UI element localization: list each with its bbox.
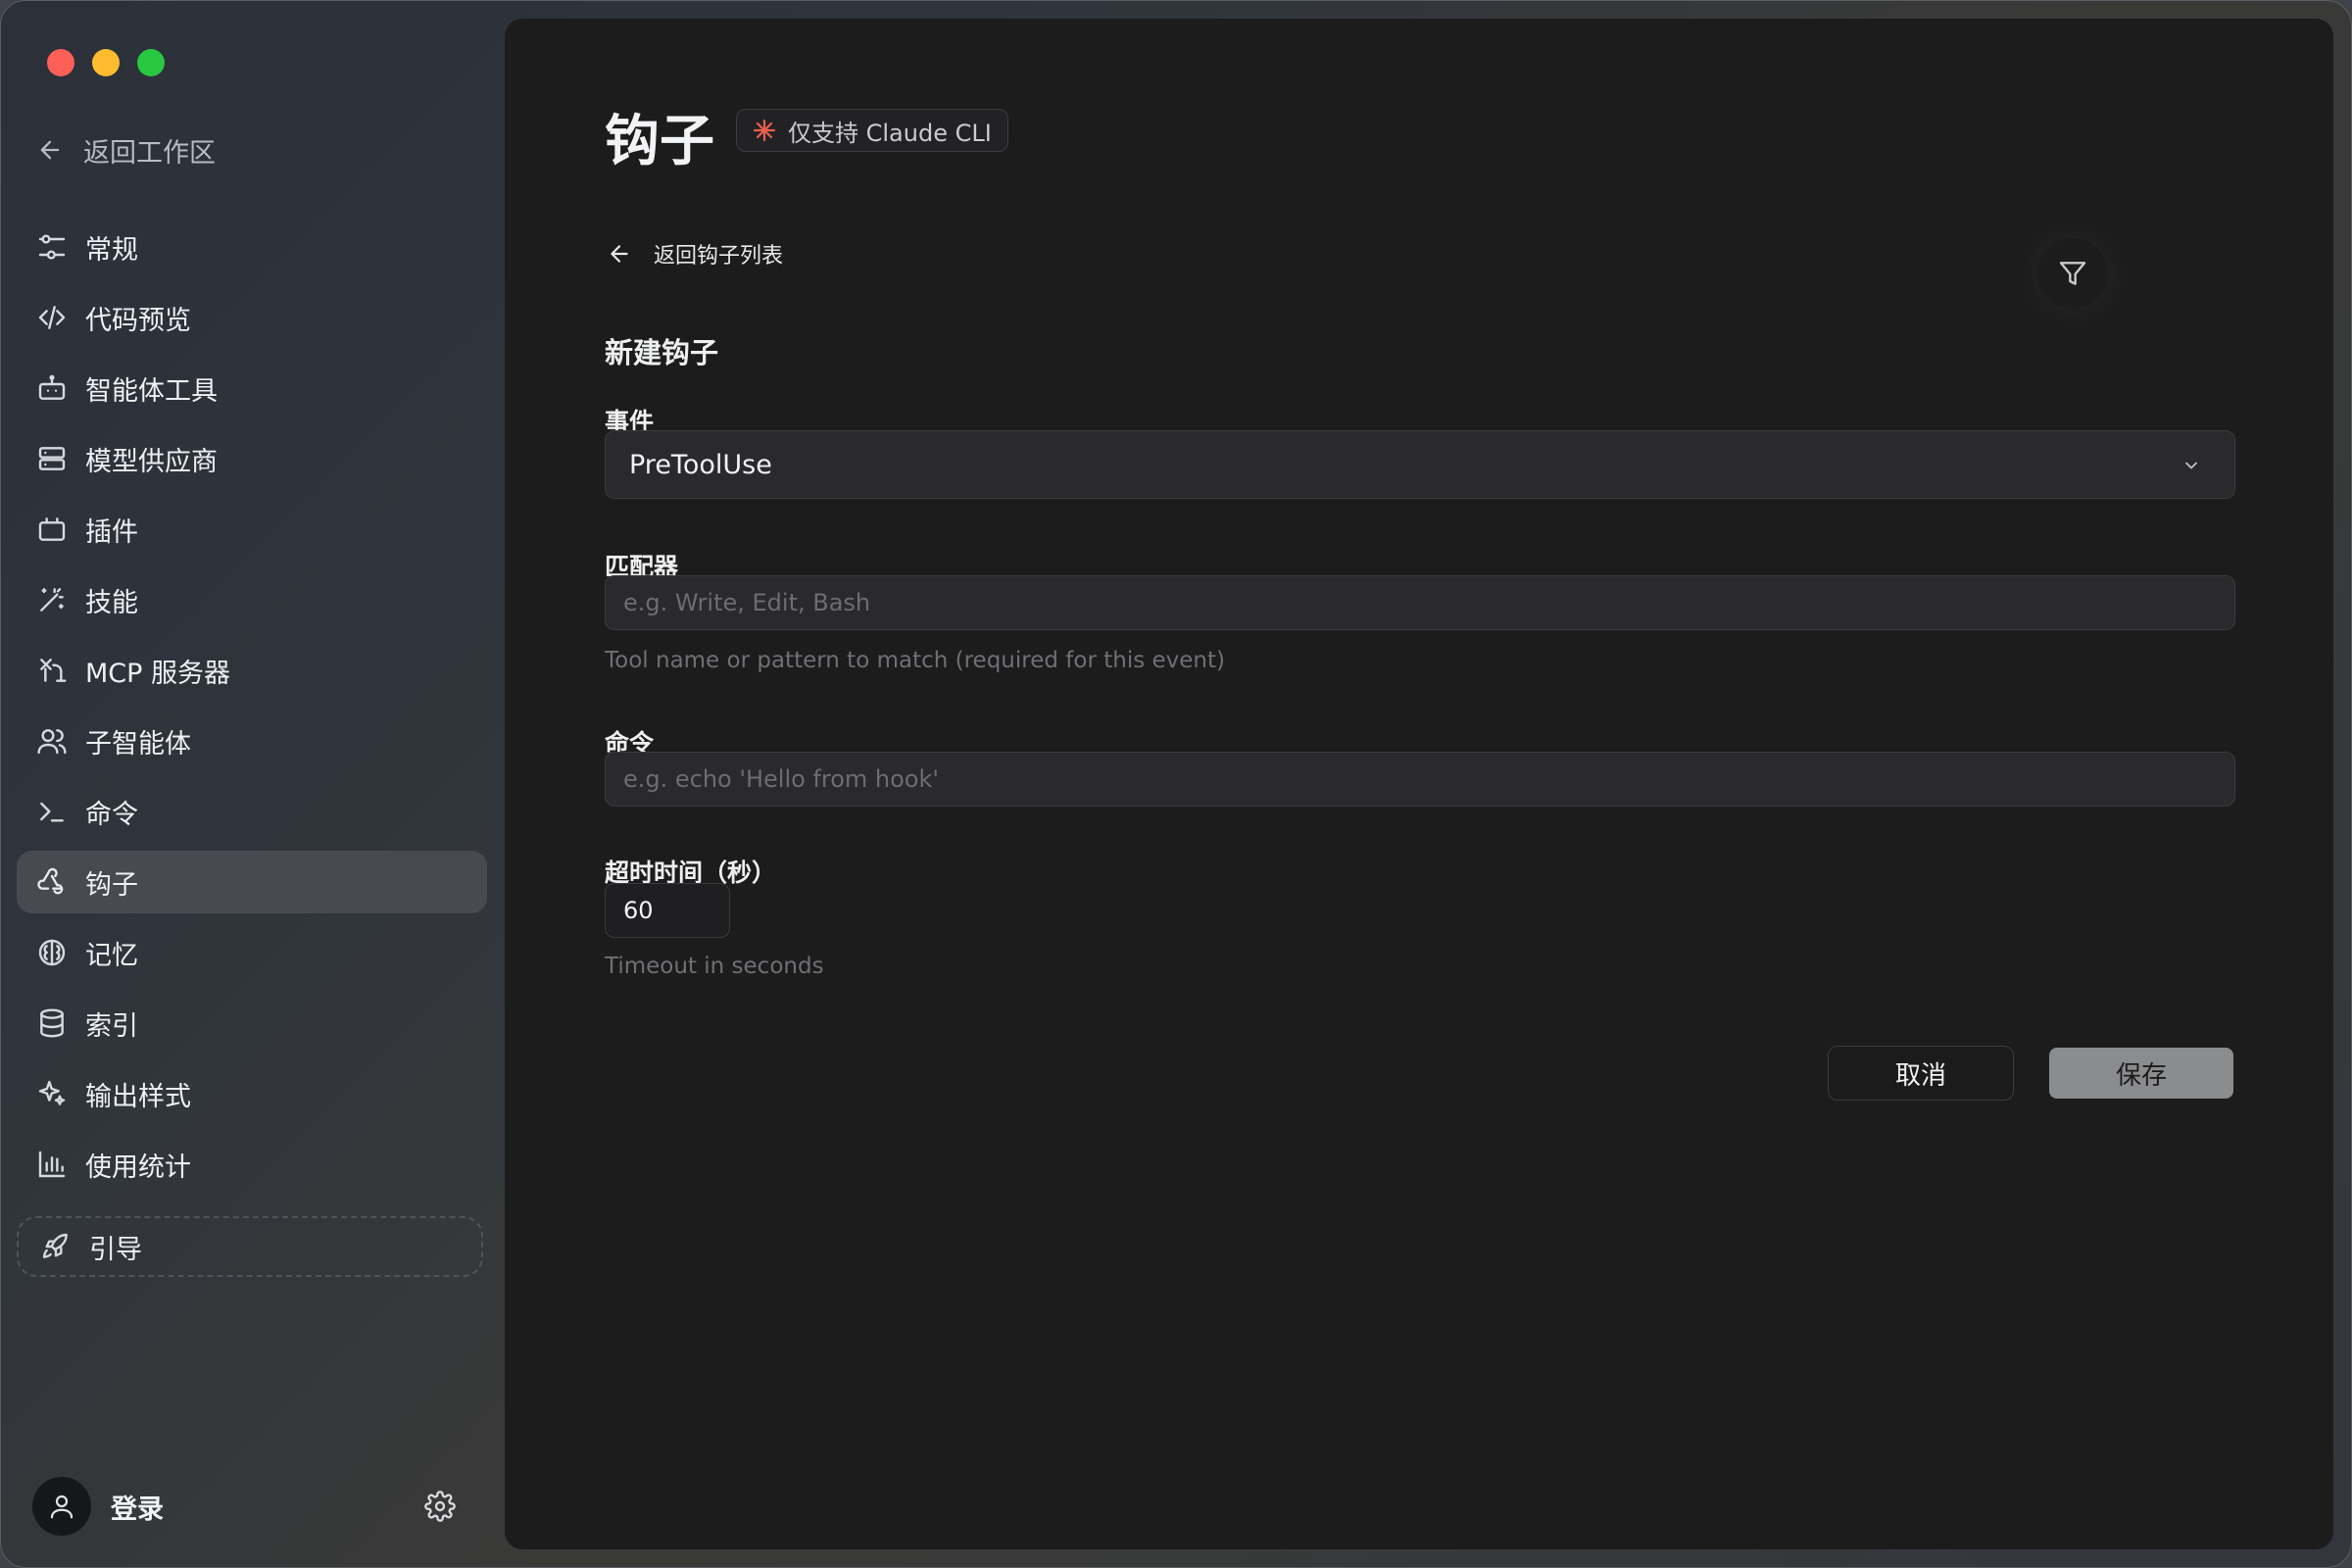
sidebar-item-mcp-servers[interactable]: MCP 服务器 [17,639,487,702]
minimize-window-button[interactable] [92,49,120,76]
sidebar-item-index[interactable]: 索引 [17,992,487,1054]
login-label: 登录 [111,1494,164,1525]
sidebar-item-output-styles[interactable]: 输出样式 [17,1062,487,1125]
badge-label: 仅支持 Claude CLI [788,119,992,147]
settings-sidebar-nav: 常规 代码预览 智能体工具 模型供应商 插件 技能 MCP 服务器 子智能体 命… [17,216,487,1203]
back-to-hooks-link[interactable]: 返回钩子列表 [607,238,783,270]
sidebar-item-label: 常规 [85,234,138,266]
page-title: 钩子 [605,110,714,173]
code-icon [38,306,66,329]
sidebar-item-model-providers[interactable]: 模型供应商 [17,427,487,490]
sidebar-item-subagents[interactable]: 子智能体 [17,710,487,772]
sidebar-item-skills[interactable]: 技能 [17,568,487,631]
sidebar-item-label: 智能体工具 [85,375,218,407]
chevron-down-icon [2185,462,2197,469]
sidebar-item-agent-tools[interactable]: 智能体工具 [17,357,487,419]
sidebar-item-label: 钩子 [85,869,138,901]
maximize-window-button[interactable] [137,49,165,76]
timeout-hint: Timeout in seconds [605,954,824,979]
sidebar-item-label: 输出样式 [85,1081,191,1112]
timeout-value: 60 [623,897,654,924]
bot-icon [38,374,66,400]
back-to-workspace-link[interactable]: 返回工作区 [36,130,216,170]
bar-chart-icon [38,1151,66,1178]
sidebar-item-general[interactable]: 常规 [17,216,487,278]
sliders-icon [38,234,66,260]
matcher-input[interactable] [605,575,2235,630]
claude-starburst-icon [753,119,776,142]
wand-icon [40,588,64,612]
sparkles-icon [38,1080,66,1105]
form-section-title: 新建钩子 [605,336,719,369]
user-icon [50,1494,74,1519]
sidebar-item-label: 索引 [85,1010,138,1042]
sidebar-item-label: 使用统计 [85,1152,191,1183]
plugin-icon [38,517,66,541]
login-button[interactable]: 登录 [32,1477,164,1536]
sidebar-item-plugins[interactable]: 插件 [17,498,487,561]
arrow-left-icon [611,245,628,263]
timeout-input[interactable]: 60 [605,883,730,938]
sidebar-item-label: 记忆 [85,940,138,971]
main-panel: 钩子 仅支持 Claude CLI 返回钩子列表 新建钩子 事件 PreTool… [505,19,2333,1549]
sidebar-item-guide[interactable]: 引导 [17,1216,483,1277]
filter-icon [2059,262,2086,285]
back-to-workspace-label: 返回工作区 [83,137,216,169]
brain-icon [38,939,66,966]
arrow-left-icon [40,140,60,160]
cancel-button[interactable]: 取消 [1828,1046,2014,1101]
avatar [32,1477,91,1536]
database-icon [40,1008,64,1038]
sidebar-item-memory[interactable]: 记忆 [17,921,487,984]
sidebar-item-label: 插件 [85,516,138,548]
webhook-icon [37,867,64,895]
sidebar-item-label: 代码预览 [85,305,191,336]
window-controls [47,49,165,76]
matcher-hint: Tool name or pattern to match (required … [605,648,1225,673]
mcp-icon [40,659,67,682]
sidebar-item-label: 子智能体 [85,728,191,760]
event-selected-value: PreToolUse [629,449,772,480]
sidebar-item-hooks[interactable]: 钩子 [17,851,487,913]
rocket-icon [42,1233,68,1258]
server-icon [38,447,66,470]
event-select[interactable]: PreToolUse [605,430,2235,499]
sidebar-item-label: 命令 [85,799,138,830]
sidebar-item-label: 引导 [89,1234,142,1265]
sidebar-item-label: 技能 [85,587,138,618]
claude-cli-badge: 仅支持 Claude CLI [736,109,1008,152]
sidebar-item-usage-stats[interactable]: 使用统计 [17,1133,487,1196]
sidebar-item-label: MCP 服务器 [85,658,231,689]
back-to-hooks-label: 返回钩子列表 [654,244,784,269]
users-icon [37,729,67,755]
app-window: 返回工作区 常规 代码预览 智能体工具 模型供应商 插件 技能 MCP 服务器 … [0,0,2352,1568]
sidebar-item-label: 模型供应商 [85,446,218,477]
gear-icon[interactable] [424,1491,456,1522]
sidebar-item-commands[interactable]: 命令 [17,780,487,843]
filter-button[interactable] [2037,238,2108,309]
close-window-button[interactable] [47,49,74,76]
save-button[interactable]: 保存 [2049,1048,2233,1099]
terminal-icon [40,802,64,822]
command-input[interactable] [605,752,2235,807]
sidebar-item-code-preview[interactable]: 代码预览 [17,286,487,349]
